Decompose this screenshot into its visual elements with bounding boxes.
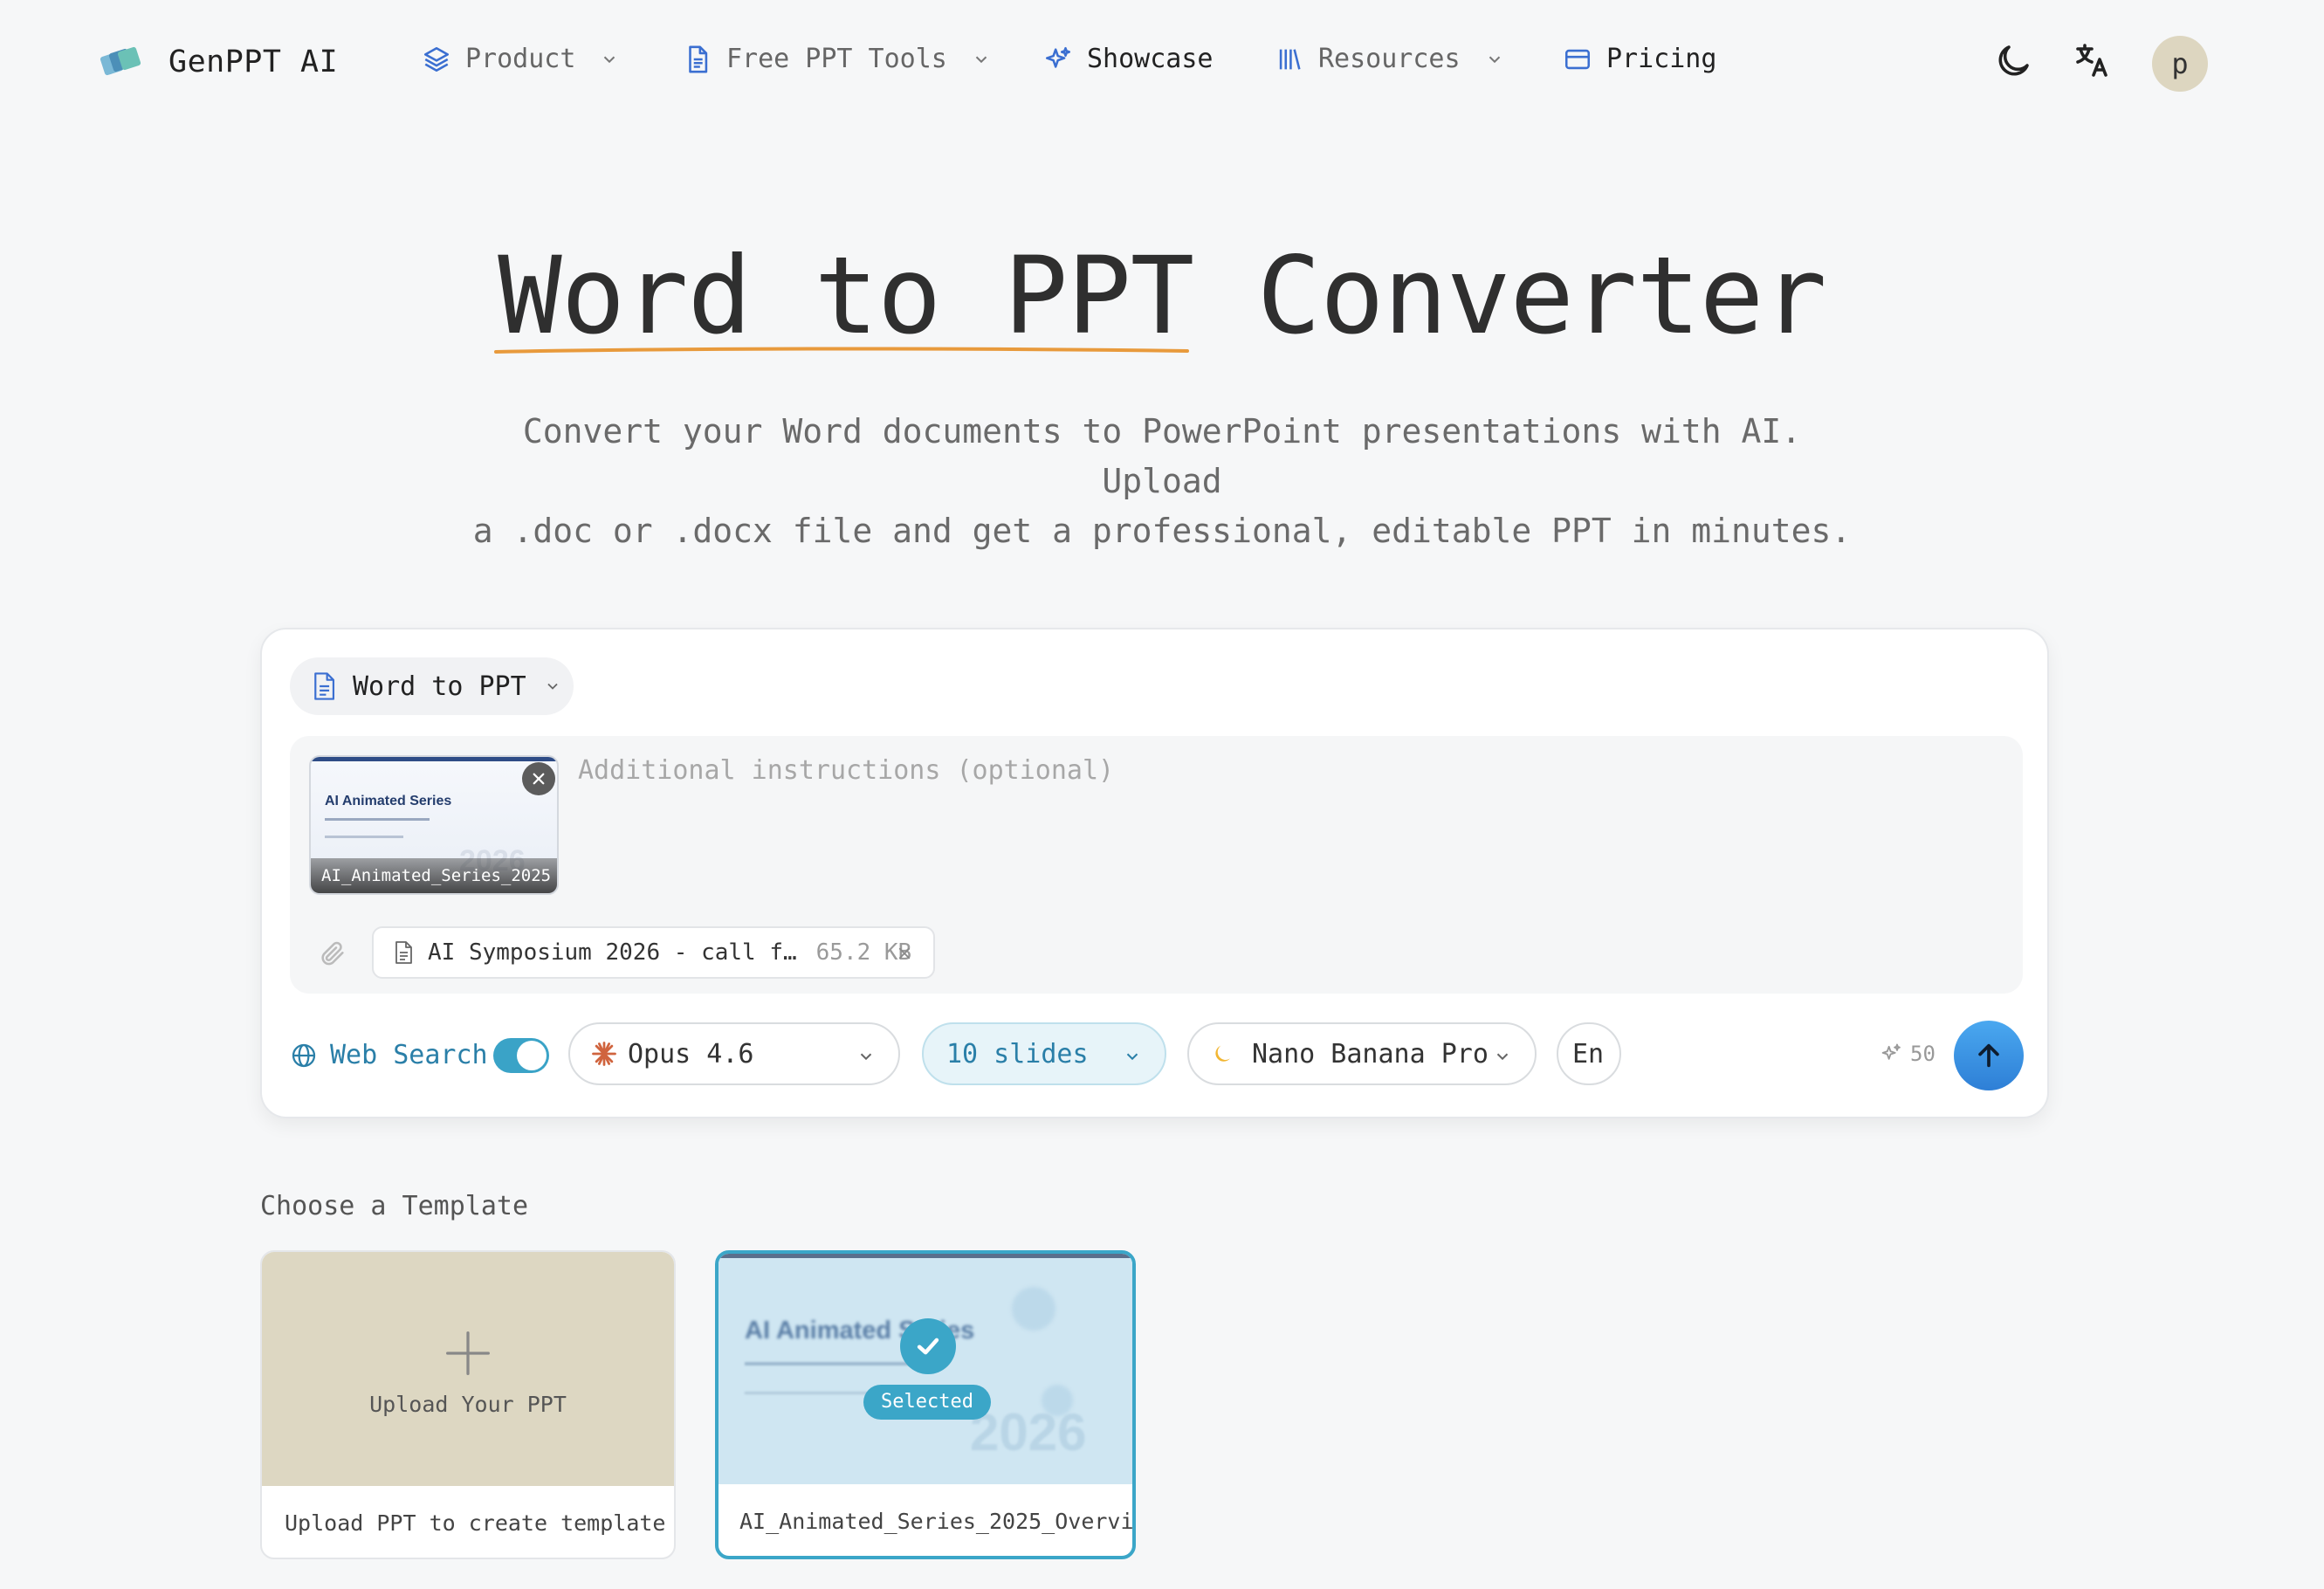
language-select[interactable]: En xyxy=(1557,1022,1621,1085)
model-value: Opus 4.6 xyxy=(628,1038,754,1070)
top-navbar: GenPPT AI Product Free PPT Tools Showcas… xyxy=(0,0,2324,127)
nav-pricing[interactable]: Pricing xyxy=(1563,44,1716,74)
document-icon xyxy=(689,45,708,72)
brand-name: GenPPT AI xyxy=(168,45,339,79)
slides-count-select[interactable]: 10 slides xyxy=(922,1022,1166,1085)
user-avatar[interactable]: p xyxy=(2152,36,2208,92)
page-title: Word to PPT Converter xyxy=(0,234,2324,358)
slides-count-value: 10 slides xyxy=(946,1038,1089,1070)
options-row: Web Search Opus 4.6 10 slides Nano Banan… xyxy=(290,1021,2024,1090)
instructions-input[interactable]: Additional instructions (optional) xyxy=(578,755,1114,786)
library-icon xyxy=(1279,48,1301,70)
nav-free-ppt-tools-label: Free PPT Tools xyxy=(726,44,947,74)
web-search-toggle[interactable] xyxy=(493,1038,549,1073)
upload-template-area: Upload Your PPT xyxy=(262,1252,674,1486)
title-rest: Converter xyxy=(1193,234,1827,358)
upload-template-caption: Upload PPT to create template xyxy=(285,1510,666,1536)
template-section-heading: Choose a Template xyxy=(260,1191,529,1221)
upload-template-label: Upload Your PPT xyxy=(369,1392,567,1417)
template-caption: AI_Animated_Series_2025_Overview xyxy=(739,1509,1132,1534)
mode-selector[interactable]: Word to PPT xyxy=(290,657,574,715)
subtitle-line-1: Convert your Word documents to PowerPoin… xyxy=(522,412,1802,500)
template-card-selected[interactable]: AI Animated Series 2026 Selected AI_Anim… xyxy=(715,1250,1136,1559)
chevron-down-icon xyxy=(604,56,615,63)
thumb-subtitle-line xyxy=(325,818,430,821)
nav-resources-label: Resources xyxy=(1318,44,1461,74)
attached-file-name: AI Symposium 2026 - call f… xyxy=(428,939,797,966)
document-icon xyxy=(314,672,335,700)
image-model-select[interactable]: Nano Banana Pro xyxy=(1187,1022,1537,1085)
submit-button[interactable] xyxy=(1954,1021,2024,1090)
toggle-knob xyxy=(517,1041,547,1070)
nav-pricing-label: Pricing xyxy=(1606,44,1717,74)
logo-icon xyxy=(100,46,141,76)
mode-label: Word to PPT xyxy=(353,671,526,702)
page-subtitle: Convert your Word documents to PowerPoin… xyxy=(464,407,1860,556)
model-select[interactable]: Opus 4.6 xyxy=(568,1022,900,1085)
template-preview: AI Animated Series 2026 Selected xyxy=(719,1254,1132,1484)
title-highlight: Word to PPT xyxy=(498,234,1194,358)
file-icon xyxy=(395,941,412,964)
plus-icon xyxy=(446,1331,490,1375)
chevron-down-icon xyxy=(860,1053,872,1061)
globe-icon xyxy=(292,1043,316,1067)
check-icon xyxy=(917,1338,939,1355)
credits-cost: 50 xyxy=(1879,1042,1936,1066)
chevron-down-icon xyxy=(1489,56,1500,63)
layers-icon xyxy=(423,46,450,72)
thumb-top-bar xyxy=(311,757,557,761)
image-model-value: Nano Banana Pro xyxy=(1252,1038,1489,1070)
nav-product-label: Product xyxy=(465,44,576,74)
language-value: En xyxy=(1572,1038,1605,1070)
preview-decoration xyxy=(1012,1287,1055,1331)
brand-logo[interactable]: GenPPT AI xyxy=(99,40,338,84)
attached-file-chip[interactable]: AI Symposium 2026 - call f… 65.2 KB xyxy=(372,926,935,979)
prompt-area: AI Animated Series 2026 AI_Animated_Seri… xyxy=(290,736,2023,994)
translate-icon[interactable] xyxy=(2071,40,2113,82)
arrow-up-icon xyxy=(1978,1043,1999,1068)
converter-card: Word to PPT AI Animated Series 2026 AI_A… xyxy=(260,628,2049,1118)
selected-check xyxy=(900,1318,956,1374)
thumb-subtitle-line xyxy=(325,836,403,838)
credits-value: 50 xyxy=(1910,1042,1936,1066)
remove-file-icon[interactable] xyxy=(897,946,912,961)
attachment-thumbnail[interactable]: AI Animated Series 2026 AI_Animated_Seri… xyxy=(309,755,559,895)
selected-badge: Selected xyxy=(863,1385,991,1420)
web-search-option[interactable]: Web Search xyxy=(290,1040,488,1070)
nav-free-ppt-tools[interactable]: Free PPT Tools xyxy=(683,44,991,74)
remove-attachment-button[interactable] xyxy=(522,762,555,795)
title-underline-decoration xyxy=(494,347,1189,354)
nav-resources[interactable]: Resources xyxy=(1275,44,1504,74)
dark-mode-moon-icon[interactable] xyxy=(1992,40,2034,82)
chevron-down-icon xyxy=(547,683,558,690)
thumb-filename: AI_Animated_Series_2025 xyxy=(311,858,557,893)
sparkles-icon xyxy=(1045,46,1071,68)
thumb-title: AI Animated Series xyxy=(325,794,452,808)
chevron-down-icon xyxy=(1126,1053,1138,1061)
credit-card-icon xyxy=(1564,49,1591,69)
nav-product[interactable]: Product xyxy=(422,44,619,74)
web-search-label: Web Search xyxy=(330,1040,488,1070)
paperclip-icon[interactable] xyxy=(318,939,347,968)
close-icon xyxy=(533,773,545,785)
chevron-down-icon xyxy=(975,56,987,63)
nav-showcase[interactable]: Showcase xyxy=(1043,44,1214,74)
nav-showcase-label: Showcase xyxy=(1087,44,1214,74)
claude-starburst-icon xyxy=(592,1042,616,1066)
crescent-moon-icon xyxy=(1215,1045,1230,1062)
subtitle-line-2: a .doc or .docx file and get a professio… xyxy=(472,512,1852,550)
chevron-down-icon xyxy=(1496,1053,1509,1061)
upload-template-card[interactable]: Upload Your PPT Upload PPT to create tem… xyxy=(260,1250,676,1559)
sparkles-icon xyxy=(1881,1043,1901,1060)
preview-top-bar xyxy=(719,1254,1132,1258)
